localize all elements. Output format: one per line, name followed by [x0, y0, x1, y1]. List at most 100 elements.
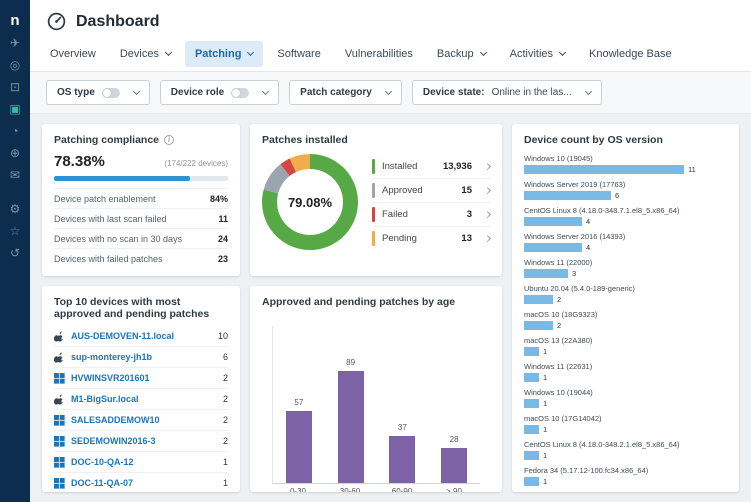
legend-item-failed[interactable]: Failed3: [372, 203, 490, 227]
os-count-value: 1: [543, 373, 547, 382]
history-icon[interactable]: ↺: [10, 242, 21, 264]
age-bar[interactable]: 89: [338, 371, 364, 483]
tab-bar: OverviewDevicesPatchingSoftware Vulnerabi…: [30, 39, 751, 72]
filter-label: Patch category: [300, 87, 372, 98]
tab-overview[interactable]: Overview: [40, 41, 106, 67]
filter-label: Device role: [171, 87, 224, 98]
tab-software[interactable]: Software: [267, 41, 330, 67]
filter-patch-category[interactable]: Patch category: [289, 80, 402, 105]
os-count-bar[interactable]: [524, 347, 539, 356]
tab-devices[interactable]: Devices: [110, 41, 181, 67]
tab-label: Activities: [510, 48, 553, 60]
reports-icon[interactable]: ✉: [9, 164, 20, 186]
toggle-switch[interactable]: [102, 88, 120, 98]
device-link[interactable]: AUS-DEMOVEN-11.local: [71, 331, 212, 341]
info-icon[interactable]: i: [164, 135, 174, 145]
filter-os-type[interactable]: OS type: [46, 80, 150, 105]
device-patch-count: 2: [223, 394, 228, 404]
device-patch-count: 1: [223, 457, 228, 467]
favorites-icon[interactable]: ☆: [10, 220, 21, 242]
os-bar-track: 1: [524, 425, 727, 434]
device-link[interactable]: SEDEMOWIN2016-3: [71, 436, 217, 446]
tab-patching[interactable]: Patching: [185, 41, 263, 67]
device-row: DOC-10-QA-12 1: [54, 452, 228, 473]
os-version-label: CentOS Linux 8 (4.18.0-348.7.1.el8_5.x86…: [524, 206, 727, 215]
tab-backup[interactable]: Backup: [427, 41, 496, 67]
compliance-summary: 78.38% (174/222 devices): [54, 153, 228, 170]
toggle-switch[interactable]: [231, 88, 249, 98]
age-bar[interactable]: 57: [286, 411, 312, 483]
tab-knowledge-base[interactable]: Knowledge Base: [579, 41, 682, 67]
age-bar-value: 28: [441, 435, 467, 444]
device-link[interactable]: sup-monterey-jh1b: [71, 352, 217, 362]
device-row: M1-BigSur.local 2: [54, 389, 228, 410]
os-count-bar[interactable]: [524, 321, 553, 330]
chevron-right-icon: [484, 210, 491, 217]
os-count-bar[interactable]: [524, 295, 553, 304]
os-count-bar[interactable]: [524, 243, 582, 252]
chevron-down-icon: [133, 88, 140, 95]
legend-item-installed[interactable]: Installed13,936: [372, 155, 490, 179]
legend-item-pending[interactable]: Pending13: [372, 227, 490, 250]
age-bar-value: 89: [338, 358, 364, 367]
chevron-right-icon: [484, 234, 491, 241]
age-bar[interactable]: 37: [389, 436, 415, 483]
top-devices-title-text: Top 10 devices with most approved and pe…: [54, 296, 228, 320]
tab-label: Vulnerabilities: [345, 48, 413, 60]
os-count-value: 6: [615, 191, 619, 200]
os-count-bar[interactable]: [524, 451, 539, 460]
devices-icon[interactable]: ⊡: [9, 76, 20, 98]
clock-icon[interactable]: ◔: [9, 120, 20, 142]
settings-icon[interactable]: ⚙: [10, 198, 21, 220]
help-icon[interactable]: ◎: [9, 54, 20, 76]
globe-icon[interactable]: ⊕: [9, 142, 20, 164]
legend-value: 13: [461, 233, 472, 244]
os-count-bar[interactable]: [524, 165, 684, 174]
os-count-bar[interactable]: [524, 269, 568, 278]
age-bar[interactable]: 28: [441, 448, 467, 483]
filter-value: Online in the las...: [492, 87, 572, 98]
os-count-bar[interactable]: [524, 217, 582, 226]
send-icon[interactable]: ✈: [9, 32, 20, 54]
os-bar-track: 4: [524, 243, 727, 252]
views-icon[interactable]: ▣: [9, 98, 20, 120]
os-bar-track: 11: [524, 165, 727, 174]
os-count-bar[interactable]: [524, 191, 611, 200]
patches-by-age-card: Approved and pending patches by age 57 89…: [250, 286, 502, 492]
device-link[interactable]: DOC-10-QA-12: [71, 457, 217, 467]
device-link[interactable]: M1-BigSur.local: [71, 394, 217, 404]
tab-activities[interactable]: Activities: [500, 41, 575, 67]
device-link[interactable]: SALESADDEMOW10: [71, 415, 217, 425]
os-version-row: Ubuntu 20.04 (5.4.0-189-generic)2: [524, 284, 727, 304]
os-version-list: Windows 10 (19045)11Windows Server 2019 …: [524, 154, 727, 486]
patches-installed-card: Patches installed 79.08% Installed13,936…: [250, 124, 502, 276]
os-count-bar[interactable]: [524, 477, 539, 486]
chevron-down-icon: [480, 49, 487, 56]
page-header: Dashboard: [30, 0, 751, 39]
app-logo[interactable]: n: [10, 8, 19, 32]
legend-item-approved[interactable]: Approved15: [372, 179, 490, 203]
device-link[interactable]: HVWINSVR201601: [71, 373, 217, 383]
patches-legend: Installed13,936Approved15Failed3Pending1…: [372, 155, 490, 250]
patching-compliance-title: Patching compliance i: [54, 134, 228, 146]
patches-installed-title: Patches installed: [262, 134, 490, 146]
os-count-bar[interactable]: [524, 425, 539, 434]
tab-vulnerabilities[interactable]: Vulnerabilities: [335, 41, 423, 67]
patches-by-age-title-text: Approved and pending patches by age: [262, 296, 455, 308]
device-link[interactable]: DOC-11-QA-07: [71, 478, 217, 488]
os-version-row: macOS 10 (17G14042)1: [524, 414, 727, 434]
device-row: AUS-DEMOVEN-11.local10: [54, 326, 228, 347]
device-row: SALESADDEMOW102: [54, 410, 228, 431]
compliance-metric-row: Device patch enablement84%: [54, 188, 228, 208]
filter-device-state[interactable]: Device state:Online in the las...: [412, 80, 602, 105]
metric-label: Devices with last scan failed: [54, 214, 167, 224]
os-count-bar[interactable]: [524, 399, 539, 408]
filter-device-role[interactable]: Device role: [160, 80, 279, 105]
os-count-bar[interactable]: [524, 373, 539, 382]
patches-donut[interactable]: 79.08%: [262, 154, 358, 250]
os-count-value: 4: [586, 243, 590, 252]
metric-value: 84%: [210, 194, 228, 204]
os-bar-track: 2: [524, 321, 727, 330]
apple-icon: [54, 331, 65, 342]
chevron-down-icon: [262, 88, 269, 95]
